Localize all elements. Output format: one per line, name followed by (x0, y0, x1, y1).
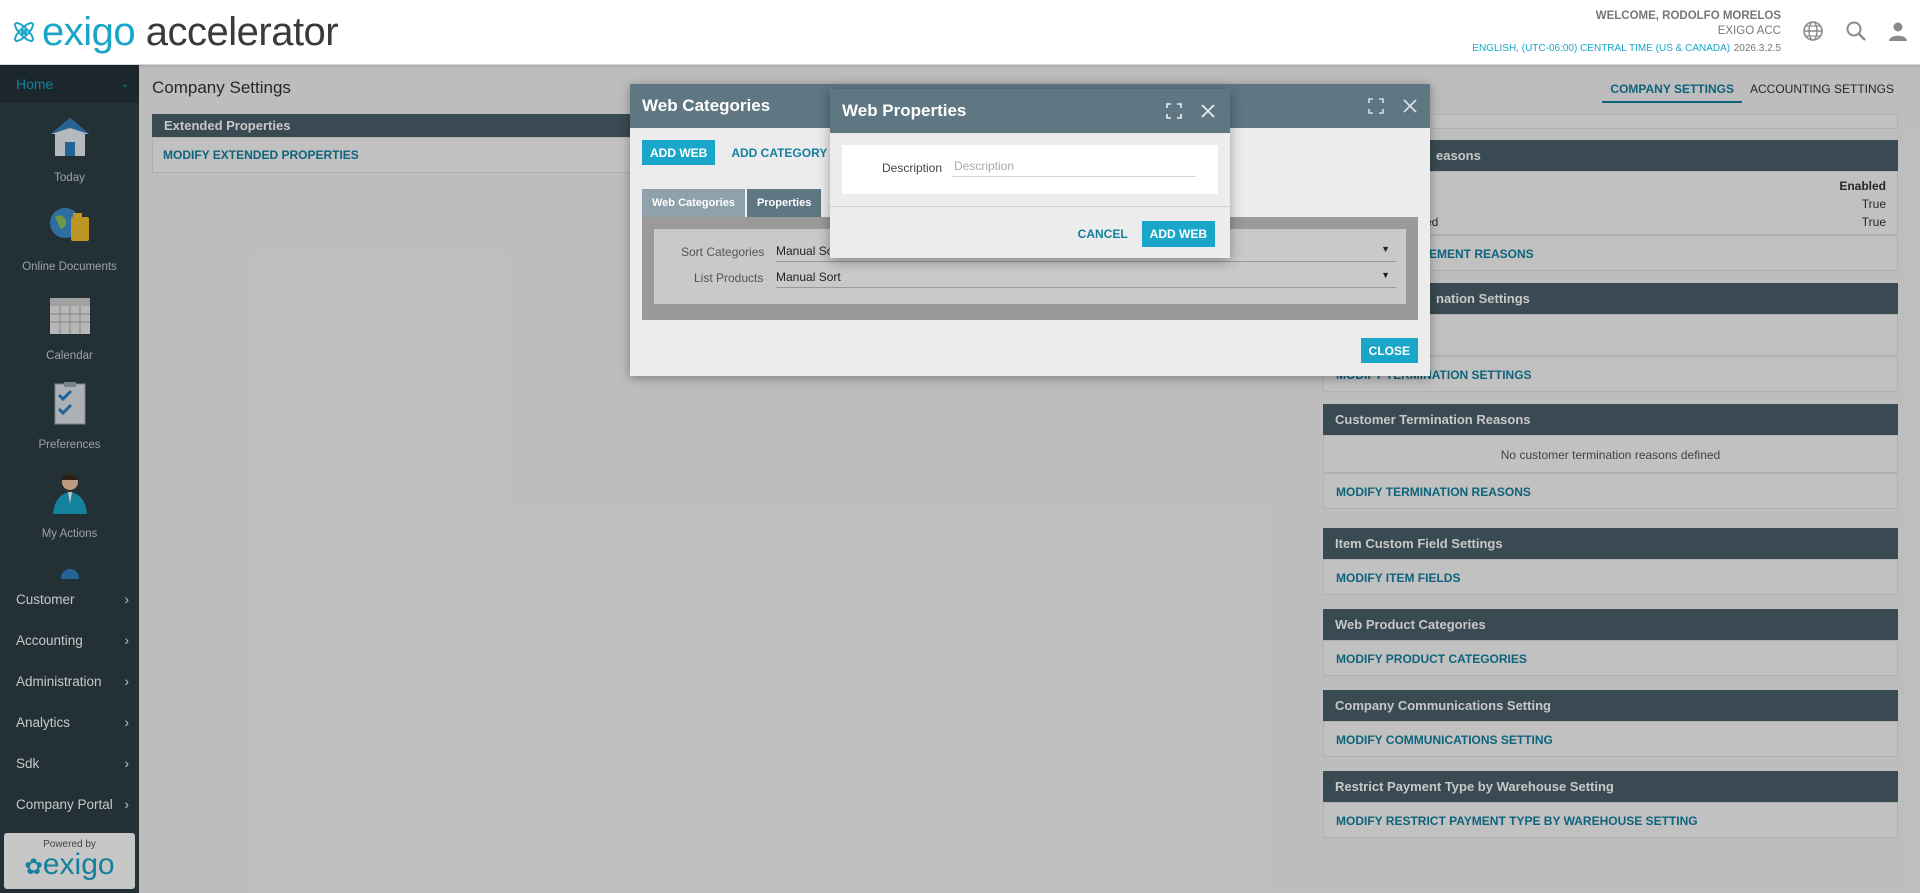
add-web-submit-button[interactable]: ADD WEB (1141, 221, 1215, 247)
list-products-select[interactable]: Manual Sort ▼ (776, 266, 1396, 288)
web-properties-dialog: Web Properties Description CANCEL ADD WE… (830, 89, 1230, 258)
description-field-row: Description (842, 145, 1218, 194)
search-icon[interactable] (1844, 19, 1868, 43)
top-header: exigo accelerator WELCOME, RODOLFO MOREL… (0, 0, 1920, 65)
cancel-button[interactable]: CANCEL (1070, 221, 1136, 246)
maximize-icon[interactable] (1368, 98, 1384, 114)
globe-icon[interactable] (1801, 19, 1825, 43)
description-input[interactable] (952, 155, 1196, 177)
add-category-button[interactable]: ADD CATEGORY (723, 140, 835, 165)
dialog-header: Web Properties (830, 89, 1230, 133)
user-icon[interactable] (1886, 19, 1910, 43)
dialog-title: Web Categories (642, 96, 771, 115)
tab-web-categories[interactable]: Web Categories (642, 189, 745, 217)
description-label: Description (882, 161, 943, 175)
list-products-label: List Products (694, 271, 764, 285)
list-products-value: Manual Sort (776, 270, 841, 284)
exigo-accelerator-logo[interactable]: exigo accelerator (10, 10, 339, 54)
dialog-actions: CANCEL ADD WEB (1070, 221, 1215, 247)
close-icon[interactable] (1402, 98, 1418, 114)
close-button[interactable]: CLOSE (1360, 338, 1418, 363)
add-web-button[interactable]: ADD WEB (642, 140, 716, 165)
logo-word-accelerator: accelerator (145, 10, 339, 54)
tab-properties[interactable]: Properties (746, 189, 822, 217)
dropdown-arrow-icon: ▼ (1381, 244, 1390, 254)
close-icon[interactable] (1200, 103, 1216, 119)
exigo-logo-icon (14, 22, 34, 42)
version-text: 2026.3.2.5 (1733, 43, 1781, 54)
welcome-text: WELCOME, RODOLFO MORELOS (1595, 10, 1781, 22)
dialog-title: Web Properties (842, 101, 967, 120)
user-info: WELCOME, RODOLFO MORELOS EXIGO ACC ENGLI… (1472, 9, 1781, 56)
dropdown-arrow-icon: ▼ (1381, 270, 1390, 280)
maximize-icon[interactable] (1166, 103, 1182, 119)
dialog-tabs: Web Categories Properties (642, 189, 822, 217)
dialog-toolbar: ADD WEB ADD CATEGORY (642, 140, 835, 165)
sort-categories-label: Sort Categories (681, 245, 765, 259)
divider (830, 206, 1230, 207)
company-name: EXIGO ACC (1717, 25, 1781, 37)
locale-link[interactable]: ENGLISH, (UTC-06:00) CENTRAL TIME (US & … (1472, 43, 1730, 54)
logo-word-exigo: exigo (42, 10, 136, 54)
